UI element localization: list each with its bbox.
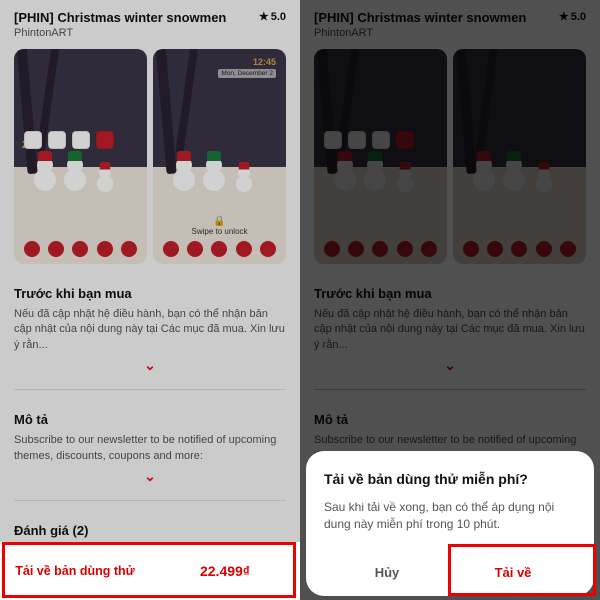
theme-title: [PHIN] Christmas winter snowmen [314,10,526,25]
dialog-title: Tải về bản dùng thử miễn phí? [324,471,576,487]
chevron-down-icon[interactable]: ⌄ [444,357,456,373]
lock-time: 12:45 [253,57,276,67]
theme-author: PhintonART [314,27,526,39]
purchase-bar: Tải về bản dùng thử 22.499₫ [0,542,300,600]
trial-button[interactable]: Tải về bản dùng thử [0,546,150,596]
preview-home[interactable]: 23 [14,49,147,264]
theme-title: [PHIN] Christmas winter snowmen [14,10,226,25]
before-buy-body: Nếu đã cập nhật hệ điều hành, bạn có thể… [314,307,586,353]
cancel-button[interactable]: Hủy [324,549,450,596]
preview-home[interactable] [314,49,447,264]
price-button[interactable]: 22.499₫ [150,547,300,595]
preview-lock[interactable]: 12:45 Mon, December 2 Swipe to unlock [153,49,286,264]
description-title: Mô tả [14,412,286,427]
dialog-body: Sau khi tải về xong, bạn có thể áp dụng … [324,499,576,533]
star-icon: ★ [559,10,569,23]
trial-dialog: Tải về bản dùng thử miễn phí? Sau khi tả… [306,451,594,596]
description-section: Mô tả Subscribe to our newsletter to be … [14,412,286,486]
rating-value: 5.0 [571,11,586,23]
preview-lock[interactable] [453,49,586,264]
description-title: Mô tả [314,412,586,427]
star-icon: ★ [259,10,269,23]
rating-value: 5.0 [271,11,286,23]
theme-author: PhintonART [14,27,226,39]
chevron-down-icon[interactable]: ⌄ [144,357,156,373]
reviews-section[interactable]: Đánh giá (2) [14,523,286,538]
rating-badge: ★ 5.0 [259,10,286,23]
before-buy-section: Trước khi bạn mua Nếu đã cập nhật hệ điề… [14,286,286,375]
chevron-down-icon[interactable]: ⌄ [144,468,156,484]
before-buy-title: Trước khi bạn mua [314,286,586,301]
lock-date: Mon, December 2 [218,69,276,78]
before-buy-body: Nếu đã cập nhật hệ điều hành, bạn có thể… [14,307,286,353]
preview-carousel[interactable]: 23 12:45 Mon, December 2 Swipe to unlock [14,49,286,264]
description-body: Subscribe to our newsletter to be notifi… [14,433,286,464]
rating-badge: ★ 5.0 [559,10,586,23]
before-buy-title: Trước khi bạn mua [14,286,286,301]
preview-carousel[interactable] [314,49,586,264]
reviews-title: Đánh giá (2) [14,523,286,538]
lock-icon: Swipe to unlock [191,216,247,236]
confirm-button[interactable]: Tải về [450,549,576,596]
